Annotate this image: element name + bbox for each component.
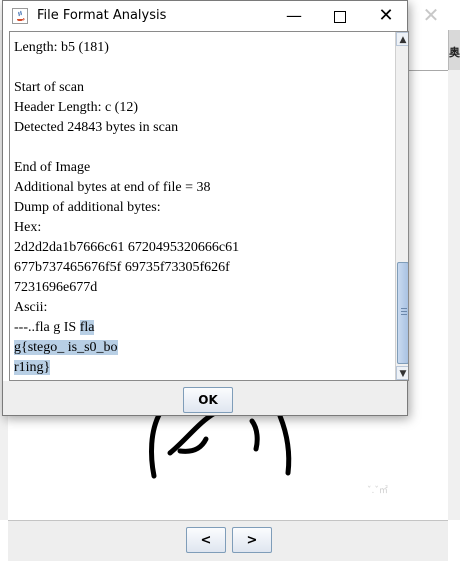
- scrollbar-thumb[interactable]: [397, 262, 408, 364]
- text-line: 677b737465676f5f 69735f73305f626f: [14, 260, 230, 275]
- scroll-up-arrow-icon[interactable]: ▲: [396, 32, 408, 46]
- previous-button[interactable]: <: [186, 527, 226, 553]
- text-line: [14, 58, 392, 78]
- text-line: Start of scan: [14, 80, 84, 95]
- minimize-button[interactable]: —: [271, 1, 317, 31]
- background-side-tab-label: 奥: [449, 46, 460, 59]
- maximize-button[interactable]: [317, 1, 363, 31]
- ascii-line-1: ---..fla g IS fla: [14, 318, 392, 338]
- close-icon: ✕: [378, 5, 394, 26]
- grip-icon: [401, 308, 407, 315]
- ascii-plain-text: ---..fla g IS: [14, 320, 80, 335]
- watermark-text: ˇ.ˇ㎡: [367, 486, 388, 496]
- dialog-button-bar: OK: [3, 381, 407, 415]
- text-line: End of Image: [14, 160, 91, 175]
- text-line: Ascii:: [14, 300, 48, 315]
- analysis-text-scrollpane: Length: b5 (181) Start of scan Header Le…: [9, 31, 409, 381]
- ascii-line-2: g{stego_ is_s0_bo: [14, 338, 392, 358]
- selected-text: r1ing}: [14, 360, 51, 375]
- maximize-icon: [334, 10, 346, 23]
- selected-text: g{stego_ is_s0_bo: [14, 340, 118, 355]
- background-close-icon[interactable]: ✕: [418, 2, 444, 28]
- scroll-down-arrow-icon[interactable]: ▼: [396, 366, 408, 380]
- dialog-titlebar[interactable]: File Format Analysis — ✕: [3, 1, 407, 31]
- text-line: 7231696e677d: [14, 280, 98, 295]
- text-line: Header Length: c (12): [14, 100, 138, 115]
- text-line: 2d2d2da1b7666c61 6720495320666c61: [14, 240, 240, 255]
- text-line: Additional bytes at end of file = 38: [14, 180, 211, 195]
- text-line: Dump of additional bytes:: [14, 200, 161, 215]
- text-line: Length: b5 (181): [14, 40, 109, 55]
- ascii-line-3: r1ing}: [14, 358, 392, 378]
- selected-text: fla: [79, 320, 95, 335]
- ok-button[interactable]: OK: [183, 387, 233, 413]
- vertical-scrollbar[interactable]: ▲ ▼: [395, 32, 408, 380]
- dialog-title: File Format Analysis: [37, 8, 167, 23]
- close-button[interactable]: ✕: [363, 1, 409, 31]
- text-line: Hex:: [14, 220, 42, 235]
- minimize-icon: —: [286, 6, 302, 25]
- next-button[interactable]: >: [232, 527, 272, 553]
- java-coffee-icon: [12, 8, 28, 24]
- navigation-bar: < >: [8, 520, 448, 561]
- analysis-text-area[interactable]: Length: b5 (181) Start of scan Header Le…: [14, 38, 392, 378]
- text-line: Detected 24843 bytes in scan: [14, 120, 179, 135]
- file-format-analysis-dialog: File Format Analysis — ✕ Length: b5 (181…: [2, 0, 409, 416]
- text-line: [14, 138, 392, 158]
- background-right-border: [448, 70, 460, 520]
